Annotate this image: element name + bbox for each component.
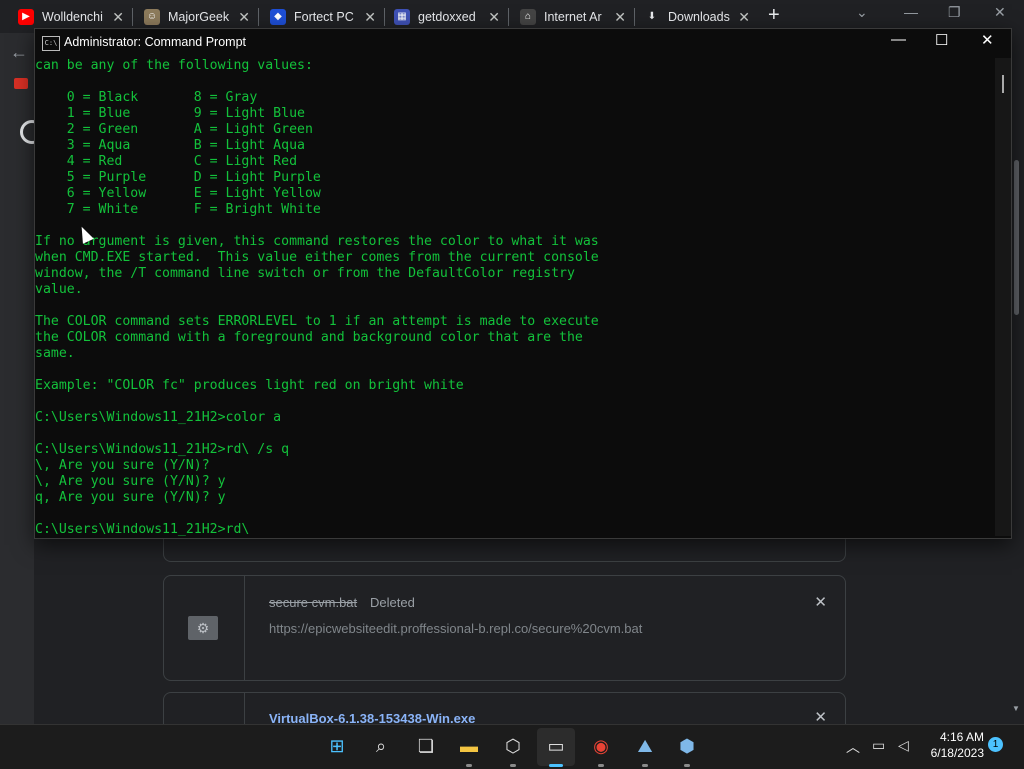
chrome-icon[interactable]: ◉ (588, 733, 614, 759)
minimize-icon[interactable]: — (904, 4, 918, 20)
archive-icon: ⌂ (520, 8, 536, 25)
scroll-down-arrow-icon[interactable]: ▼ (1012, 704, 1020, 713)
search-icon[interactable]: ⌕ (368, 733, 394, 759)
download-card: ⚙ secure cvm.bat Deleted https://epicweb… (163, 575, 846, 681)
resource-monitor-icon[interactable]: ⛰ (632, 733, 658, 759)
console-output[interactable]: can be any of the following values: 0 = … (35, 58, 997, 536)
close-tab-icon[interactable]: ✕ (112, 9, 124, 26)
tab-title: Fortect PC (294, 9, 354, 24)
command-prompt-window: C:\ Administrator: Command Prompt — ☐ ✕ … (34, 28, 1012, 539)
running-indicator (510, 764, 516, 767)
download-icon: ⬇ (647, 11, 657, 22)
notification-badge[interactable]: 1 (988, 737, 1003, 752)
download-url[interactable]: https://epicwebsiteedit.proffessional-b.… (269, 621, 642, 636)
close-icon[interactable]: ✕ (981, 31, 994, 49)
new-tab-button[interactable]: + (768, 4, 780, 27)
close-tab-icon[interactable]: ✕ (364, 9, 376, 26)
network-icon[interactable]: ▭ (872, 737, 885, 754)
running-indicator (466, 764, 472, 767)
tab-title: getdoxxed (418, 9, 476, 24)
download-status: Deleted (370, 595, 415, 610)
package-icon[interactable]: ⬡ (500, 733, 526, 759)
download-filename: secure cvm.bat (269, 595, 358, 610)
tab-title: Wolldenchi (42, 9, 103, 24)
download-card-previous (163, 537, 846, 562)
tab-title: Downloads (668, 9, 730, 24)
close-tab-icon[interactable]: ✕ (238, 9, 250, 26)
minimize-icon[interactable]: — (891, 31, 906, 48)
clock-time: 4:16 AM (939, 730, 984, 744)
gmail-icon[interactable] (14, 78, 28, 89)
show-hidden-icons-chevron-icon[interactable]: ︿ (846, 737, 860, 757)
active-indicator (549, 764, 563, 767)
page-scrollbar-thumb[interactable] (1014, 160, 1019, 315)
remove-download-icon[interactable]: ✕ (814, 593, 827, 611)
tab-title: Internet Ar (544, 9, 602, 24)
clock-date: 6/18/2023 (930, 746, 984, 760)
tab-search-chevron-icon[interactable]: ⌄ (856, 4, 868, 21)
file-icon-column: ⚙ (164, 576, 245, 680)
close-tab-icon[interactable]: ✕ (738, 9, 750, 26)
console-scrollbar[interactable] (995, 58, 1011, 536)
system-clock[interactable]: 4:16 AM 6/18/2023 (922, 729, 984, 761)
start-icon[interactable]: ⊞ (324, 733, 350, 759)
cmd-app-icon: C:\ (42, 36, 60, 51)
close-tab-icon[interactable]: ✕ (614, 9, 626, 26)
fortect-icon: ◆ (270, 8, 286, 25)
console-text: can be any of the following values: 0 = … (35, 58, 599, 536)
file-explorer-icon[interactable]: ▬ (456, 733, 482, 759)
majorgeeks-icon: ☺ (144, 8, 160, 25)
running-indicator (642, 764, 648, 767)
running-indicator (598, 764, 604, 767)
maximize-icon[interactable]: ☐ (935, 31, 948, 49)
batch-file-icon: ⚙ (188, 616, 218, 640)
console-scrollbar-thumb[interactable] (1002, 75, 1004, 93)
tab-title: MajorGeek (168, 9, 230, 24)
task-view-icon[interactable]: ❏ (413, 733, 439, 759)
cmd-title-bar[interactable]: C:\ Administrator: Command Prompt — ☐ ✕ (35, 29, 1011, 57)
taskbar: ⊞ ⌕ ❏ ▬ ⬡ ▭ ◉ ⛰ ⬢ ︿ ▭ ◁ 4:16 AM 6/18/202… (0, 724, 1024, 769)
back-arrow-icon[interactable]: ← (10, 42, 28, 63)
calendar-icon: ▦ (394, 8, 410, 25)
volume-muted-icon[interactable]: ◁ (898, 737, 909, 754)
close-icon[interactable]: ✕ (994, 4, 1006, 21)
virtualbox-icon[interactable]: ⬢ (674, 733, 700, 759)
window-title: Administrator: Command Prompt (64, 35, 247, 49)
close-tab-icon[interactable]: ✕ (488, 9, 500, 26)
terminal-icon[interactable]: ▭ (543, 733, 569, 759)
youtube-icon: ▶ (18, 8, 34, 25)
running-indicator (684, 764, 690, 767)
restore-icon[interactable]: ❐ (948, 4, 961, 21)
